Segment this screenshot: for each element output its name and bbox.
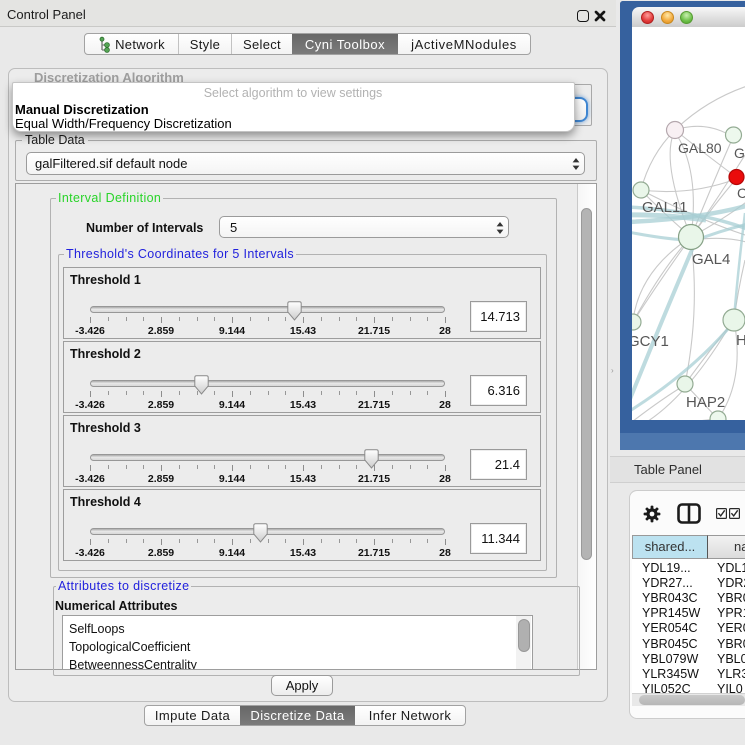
svg-text:GAL4: GAL4: [692, 251, 730, 268]
svg-text:H: H: [736, 332, 745, 349]
svg-text:HAP2: HAP2: [686, 394, 725, 411]
svg-text:GAL11: GAL11: [642, 199, 688, 216]
svg-text:C: C: [737, 185, 745, 201]
svg-text:GA: GA: [734, 145, 745, 161]
svg-text:GCY1: GCY1: [632, 333, 669, 350]
svg-text:GAL80: GAL80: [678, 140, 722, 156]
